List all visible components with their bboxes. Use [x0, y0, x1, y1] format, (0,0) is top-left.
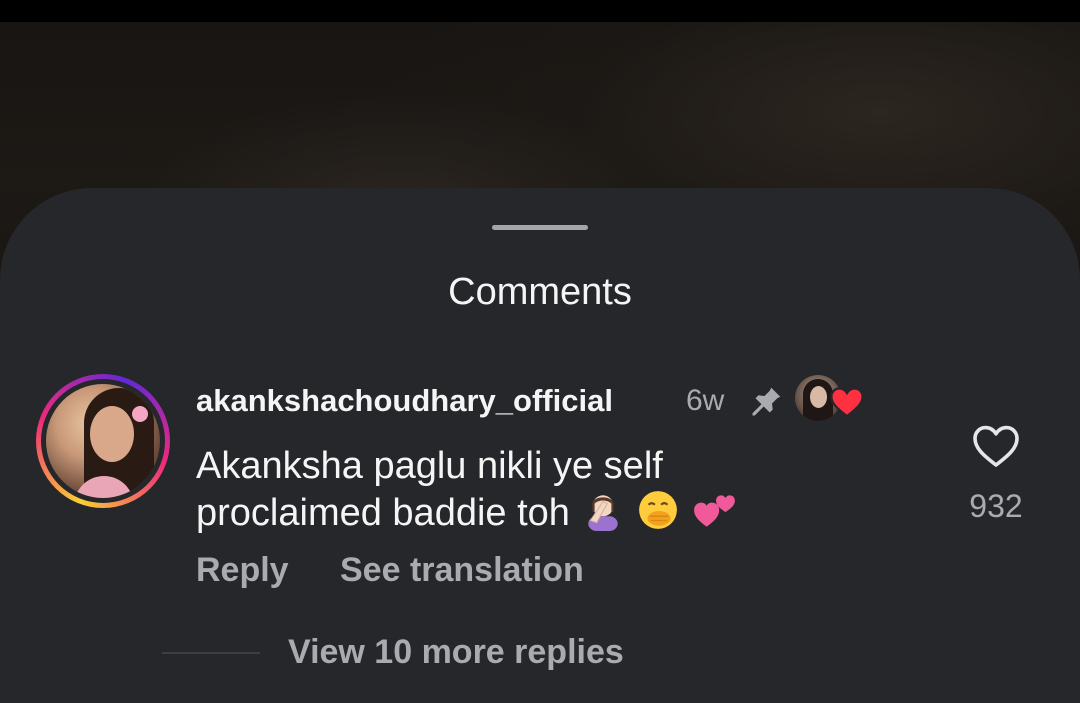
comment-text-line-1: Akanksha paglu nikli ye self [196, 445, 663, 487]
replies-divider [162, 652, 260, 654]
like-count: 932 [969, 488, 1023, 524]
woman-facepalming-emoji [588, 495, 619, 531]
comment-text: Akanksha paglu nikli ye self proclaimed … [196, 443, 796, 536]
avatar-photo [46, 384, 160, 498]
sheet-drag-handle[interactable] [492, 225, 588, 230]
screen: Comments akankshachoudhary_official 6w A… [0, 0, 1080, 703]
comment-timestamp: 6w [686, 384, 725, 417]
commenter-avatar[interactable] [36, 374, 170, 508]
face-with-hand-over-mouth-emoji [639, 491, 677, 529]
sheet-title: Comments [448, 271, 632, 313]
see-translation-button[interactable]: See translation [340, 550, 584, 590]
comment-username[interactable]: akankshachoudhary_official [196, 383, 613, 419]
pin-icon [752, 387, 781, 416]
comment-text-line-2: proclaimed baddie toh [196, 489, 796, 536]
reply-button[interactable]: Reply [196, 550, 289, 590]
comment-text-line-2-words: proclaimed baddie toh [196, 492, 570, 534]
view-more-replies-button[interactable]: View 10 more replies [288, 632, 624, 672]
red-heart-icon [830, 387, 864, 418]
heart-outline-icon[interactable] [972, 424, 1020, 468]
two-hearts-emoji [693, 495, 735, 527]
